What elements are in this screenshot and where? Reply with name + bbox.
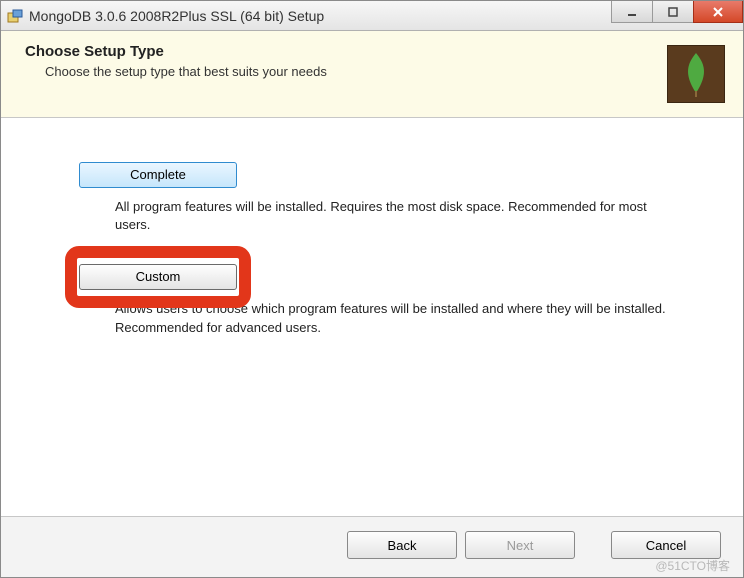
header-text: Choose Setup Type Choose the setup type … xyxy=(25,43,327,79)
titlebar: MongoDB 3.0.6 2008R2Plus SSL (64 bit) Se… xyxy=(1,1,743,31)
window-controls xyxy=(612,1,743,23)
window-title: MongoDB 3.0.6 2008R2Plus SSL (64 bit) Se… xyxy=(29,8,324,24)
header-panel: Choose Setup Type Choose the setup type … xyxy=(1,31,743,118)
next-button[interactable]: Next xyxy=(465,531,575,559)
complete-description: All program features will be installed. … xyxy=(115,198,675,234)
cancel-label: Cancel xyxy=(646,538,686,553)
back-button[interactable]: Back xyxy=(347,531,457,559)
minimize-button[interactable] xyxy=(611,1,653,23)
page-heading: Choose Setup Type xyxy=(25,43,327,60)
installer-icon xyxy=(7,8,23,24)
custom-button-label: Custom xyxy=(136,269,181,284)
complete-button-label: Complete xyxy=(130,167,186,182)
content-area: Complete All program features will be in… xyxy=(1,118,743,516)
custom-button-wrap: Custom xyxy=(79,264,237,290)
footer-bar: Back Next Cancel xyxy=(1,516,743,577)
custom-description: Allows users to choose which program fea… xyxy=(115,300,675,336)
page-subheading: Choose the setup type that best suits yo… xyxy=(45,64,327,79)
complete-button[interactable]: Complete xyxy=(79,162,237,188)
installer-window: MongoDB 3.0.6 2008R2Plus SSL (64 bit) Se… xyxy=(0,0,744,578)
mongodb-logo xyxy=(667,45,725,103)
cancel-button[interactable]: Cancel xyxy=(611,531,721,559)
maximize-button[interactable] xyxy=(652,1,694,23)
next-label: Next xyxy=(507,538,534,553)
close-button[interactable] xyxy=(693,1,743,23)
back-label: Back xyxy=(388,538,417,553)
custom-button[interactable]: Custom xyxy=(79,264,237,290)
